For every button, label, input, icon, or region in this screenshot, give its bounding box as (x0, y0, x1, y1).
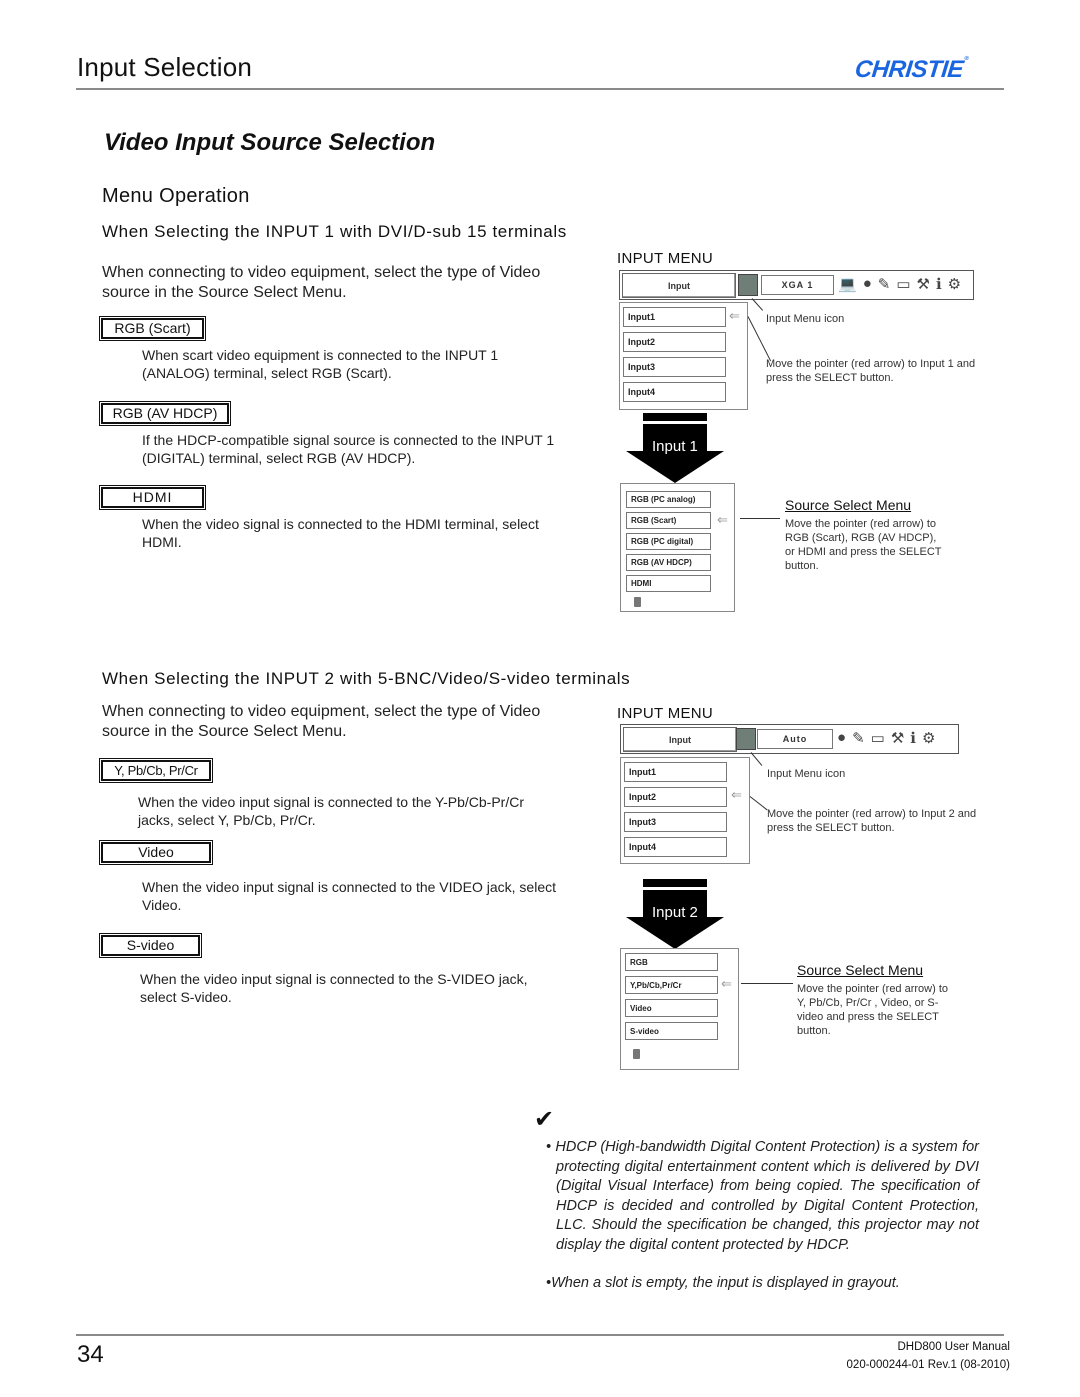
list-item-input3[interactable]: Input3 (624, 812, 727, 832)
input1-heading: When Selecting the INPUT 1 with DVI/D-su… (102, 222, 567, 241)
option-label-video: Video (99, 840, 213, 865)
leader-line (740, 518, 780, 519)
input-menu-bar-1: Input XGA 1 💻 ● ✎ ▭ ⚒ ℹ ⚙ (619, 270, 974, 300)
input-menu-icon[interactable] (736, 728, 756, 750)
input1-intro: When connecting to video equipment, sele… (102, 264, 541, 301)
source-item-rgb[interactable]: RGB (625, 953, 718, 971)
info-icon[interactable]: ℹ (910, 729, 916, 747)
option-desc-video: When the video input signal is connected… (142, 879, 557, 913)
section-title: Video Input Source Selection (104, 129, 436, 156)
option-label-hdmi: HDMI (99, 485, 206, 510)
source-item-rgb-pc-digital[interactable]: RGB (PC digital) (626, 533, 711, 550)
list-item-input2[interactable]: Input2 (623, 332, 726, 352)
source-item-hdmi[interactable]: HDMI (626, 575, 711, 592)
pointer-arrow-icon: ⇐ (721, 976, 732, 991)
source-select-menu-title-2: Source Select Menu (797, 962, 924, 978)
list-item-input4[interactable]: Input4 (624, 837, 727, 857)
footer-divider (76, 1334, 1004, 1336)
image-adjust-icon[interactable]: ✎ (852, 729, 865, 747)
screen-icon[interactable]: ▭ (896, 275, 910, 293)
image-adjust-icon[interactable]: ✎ (878, 275, 891, 293)
source-select-callout-1: Move the pointer (red arrow) to RGB (Sca… (785, 518, 942, 572)
pointer-arrow-icon: ⇐ (731, 787, 742, 802)
laptop-icon[interactable]: 💻 (838, 275, 857, 293)
source-select-callout-2: Move the pointer (red arrow) to Y, Pb/Cb… (797, 983, 949, 1037)
menu-bar-icons: 💻 ● ✎ ▭ ⚒ ℹ ⚙ (838, 275, 961, 293)
option-label-rgb-av-hdcp: RGB (AV HDCP) (99, 401, 231, 426)
header-divider (76, 88, 1004, 90)
input-list-panel-1: Input1 Input2 Input3 Input4 ⇐ (619, 302, 748, 410)
source-select-panel-1: RGB (PC analog) RGB (Scart) RGB (PC digi… (620, 483, 735, 612)
menu-bar-input-tab[interactable]: Input (623, 727, 737, 752)
footer-doc-id: 020-000244-01 Rev.1 (08-2010) (846, 1359, 1010, 1371)
input-menu-label-1: INPUT MENU (617, 250, 714, 267)
option-desc-rgb-av-hdcp: If the HDCP-compatible signal source is … (142, 432, 555, 466)
info-icon[interactable]: ℹ (936, 275, 942, 293)
list-item-input3[interactable]: Input3 (623, 357, 726, 377)
screen-icon[interactable]: ▭ (871, 729, 885, 747)
list-item-input4[interactable]: Input4 (623, 382, 726, 402)
slot-empty-icon (633, 1049, 640, 1059)
source-item-rgb-pc-analog[interactable]: RGB (PC analog) (626, 491, 711, 508)
callout-input-menu-icon: Input Menu icon (766, 313, 845, 325)
source-item-rgb-scart[interactable]: RGB (Scart) (626, 512, 711, 529)
source-item-s-video[interactable]: S-video (625, 1022, 718, 1040)
input2-intro: When connecting to video equipment, sele… (102, 703, 541, 740)
option-desc-rgb-scart: When scart video equipment is connected … (142, 347, 499, 381)
leader-line (741, 983, 793, 984)
option-desc-hdmi: When the video signal is connected to th… (142, 516, 539, 550)
source-select-panel-2: RGB Y,Pb/Cb,Pr/Cr Video S-video (620, 948, 739, 1070)
input-list-panel-2: Input1 Input2 Input3 Input4 ⇐ (620, 757, 750, 864)
arrow-label-input1: Input 1 (652, 438, 698, 455)
page-number: 34 (77, 1341, 104, 1368)
source-item-video[interactable]: Video (625, 999, 718, 1017)
menu-bar-input-tab[interactable]: Input (622, 273, 736, 298)
pointer-arrow-icon: ⇐ (717, 512, 728, 527)
callout-input-menu-icon: Input Menu icon (767, 768, 846, 780)
arrow-label-input2: Input 2 (652, 904, 698, 921)
option-label-s-video: S-video (99, 933, 202, 958)
leader-line (751, 298, 764, 311)
note-grayout: •When a slot is empty, the input is disp… (546, 1275, 900, 1291)
subsection-title: Menu Operation (102, 185, 250, 207)
color-icon[interactable]: ● (837, 729, 846, 747)
source-item-rgb-av-hdcp[interactable]: RGB (AV HDCP) (626, 554, 711, 571)
logo-text: CHRISTIE (853, 56, 965, 83)
slot-empty-icon (634, 597, 641, 607)
option-desc-ypbpr: When the video input signal is connected… (138, 794, 524, 828)
menu-bar-icons: ● ✎ ▭ ⚒ ℹ ⚙ (837, 729, 935, 747)
input-menu-bar-2: Input Auto ● ✎ ▭ ⚒ ℹ ⚙ (620, 724, 959, 754)
option-label-ypbpr: Y, Pb/Cb, Pr/Cr (99, 758, 213, 783)
input2-heading: When Selecting the INPUT 2 with 5-BNC/Vi… (102, 669, 631, 688)
setting-icon[interactable]: ⚒ (917, 275, 930, 293)
menu-bar-signal-field: Auto (757, 729, 833, 749)
list-item-input1[interactable]: Input1 (624, 762, 727, 782)
projector-icon[interactable]: ⚙ (948, 275, 961, 293)
projector-icon[interactable]: ⚙ (922, 729, 935, 747)
option-desc-s-video: When the video input signal is connected… (140, 971, 528, 1005)
input-menu-label-2: INPUT MENU (617, 705, 714, 722)
source-select-menu-title-1: Source Select Menu (785, 497, 912, 513)
option-label-rgb-scart: RGB (Scart) (99, 316, 206, 341)
menu-bar-signal-field: XGA 1 (761, 275, 834, 295)
footer-manual-title: DHD800 User Manual (897, 1341, 1011, 1353)
registered-mark: ® (963, 56, 969, 62)
christie-logo: CHRISTIE® (854, 56, 969, 84)
leader-line (749, 796, 768, 811)
color-icon[interactable]: ● (863, 275, 872, 293)
source-item-ypbpr[interactable]: Y,Pb/Cb,Pr/Cr (625, 976, 718, 994)
check-icon: ✔ (534, 1106, 555, 1133)
list-item-input1[interactable]: Input1 (623, 307, 726, 327)
input-menu-icon[interactable] (738, 274, 758, 296)
list-item-input2[interactable]: Input2 (624, 787, 727, 807)
callout-pointer-instructions: Move the pointer (red arrow) to Input 2 … (767, 808, 977, 834)
pointer-arrow-icon: ⇐ (729, 308, 740, 323)
note-hdcp: • HDCP (High-bandwidth Digital Content P… (546, 1139, 979, 1253)
setting-icon[interactable]: ⚒ (891, 729, 904, 747)
callout-pointer-instructions: Move the pointer (red arrow) to Input 1 … (766, 358, 976, 384)
leader-line (750, 752, 763, 766)
page-header-title: Input Selection (77, 52, 253, 82)
